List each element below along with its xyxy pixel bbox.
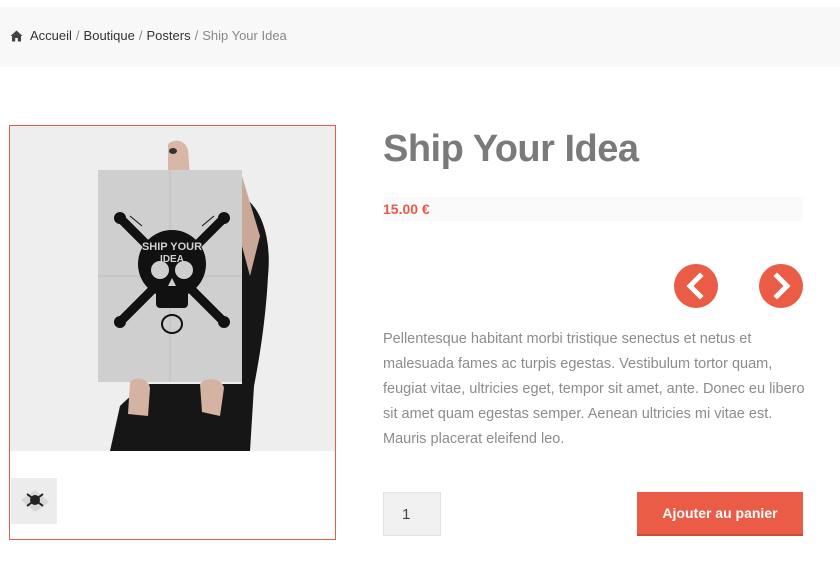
breadcrumb-link-home[interactable]: Accueil <box>30 28 72 43</box>
top-strip <box>0 0 840 7</box>
chevron-right-icon <box>773 272 791 300</box>
breadcrumb-current: Ship Your Idea <box>202 28 287 43</box>
breadcrumb-separator: / <box>194 28 199 43</box>
breadcrumb-link-category[interactable]: Posters <box>147 28 191 43</box>
product-main-image[interactable]: SHIP YOUR IDEA <box>10 126 335 451</box>
breadcrumb-separator: / <box>138 28 143 43</box>
next-product-button[interactable] <box>759 264 803 308</box>
product-description: Pellentesque habitant morbi tristique se… <box>383 331 805 447</box>
quantity-input[interactable] <box>383 492 441 536</box>
svg-text:IDEA: IDEA <box>160 254 184 265</box>
product-gallery: SHIP YOUR IDEA <box>9 125 336 540</box>
breadcrumb-bar: Accueil / Boutique / Posters / Ship Your… <box>0 7 840 67</box>
product-title: Ship Your Idea <box>383 128 639 170</box>
add-to-cart-button[interactable]: Ajouter au panier <box>637 492 803 536</box>
poster-photo: SHIP YOUR IDEA <box>10 126 335 451</box>
breadcrumb-separator: / <box>75 28 80 43</box>
product-thumbnail[interactable] <box>11 478 57 524</box>
breadcrumb-link-shop[interactable]: Boutique <box>84 28 135 43</box>
price-bar: 15.00 € <box>383 197 803 221</box>
svg-text:SHIP YOUR: SHIP YOUR <box>142 241 202 253</box>
product-price: 15.00 € <box>383 201 430 217</box>
breadcrumb: Accueil / Boutique / Posters / Ship Your… <box>10 28 287 43</box>
home-icon <box>10 30 23 41</box>
chevron-left-icon <box>686 272 704 300</box>
previous-product-button[interactable] <box>674 264 718 308</box>
thumbnail-image <box>11 478 57 524</box>
